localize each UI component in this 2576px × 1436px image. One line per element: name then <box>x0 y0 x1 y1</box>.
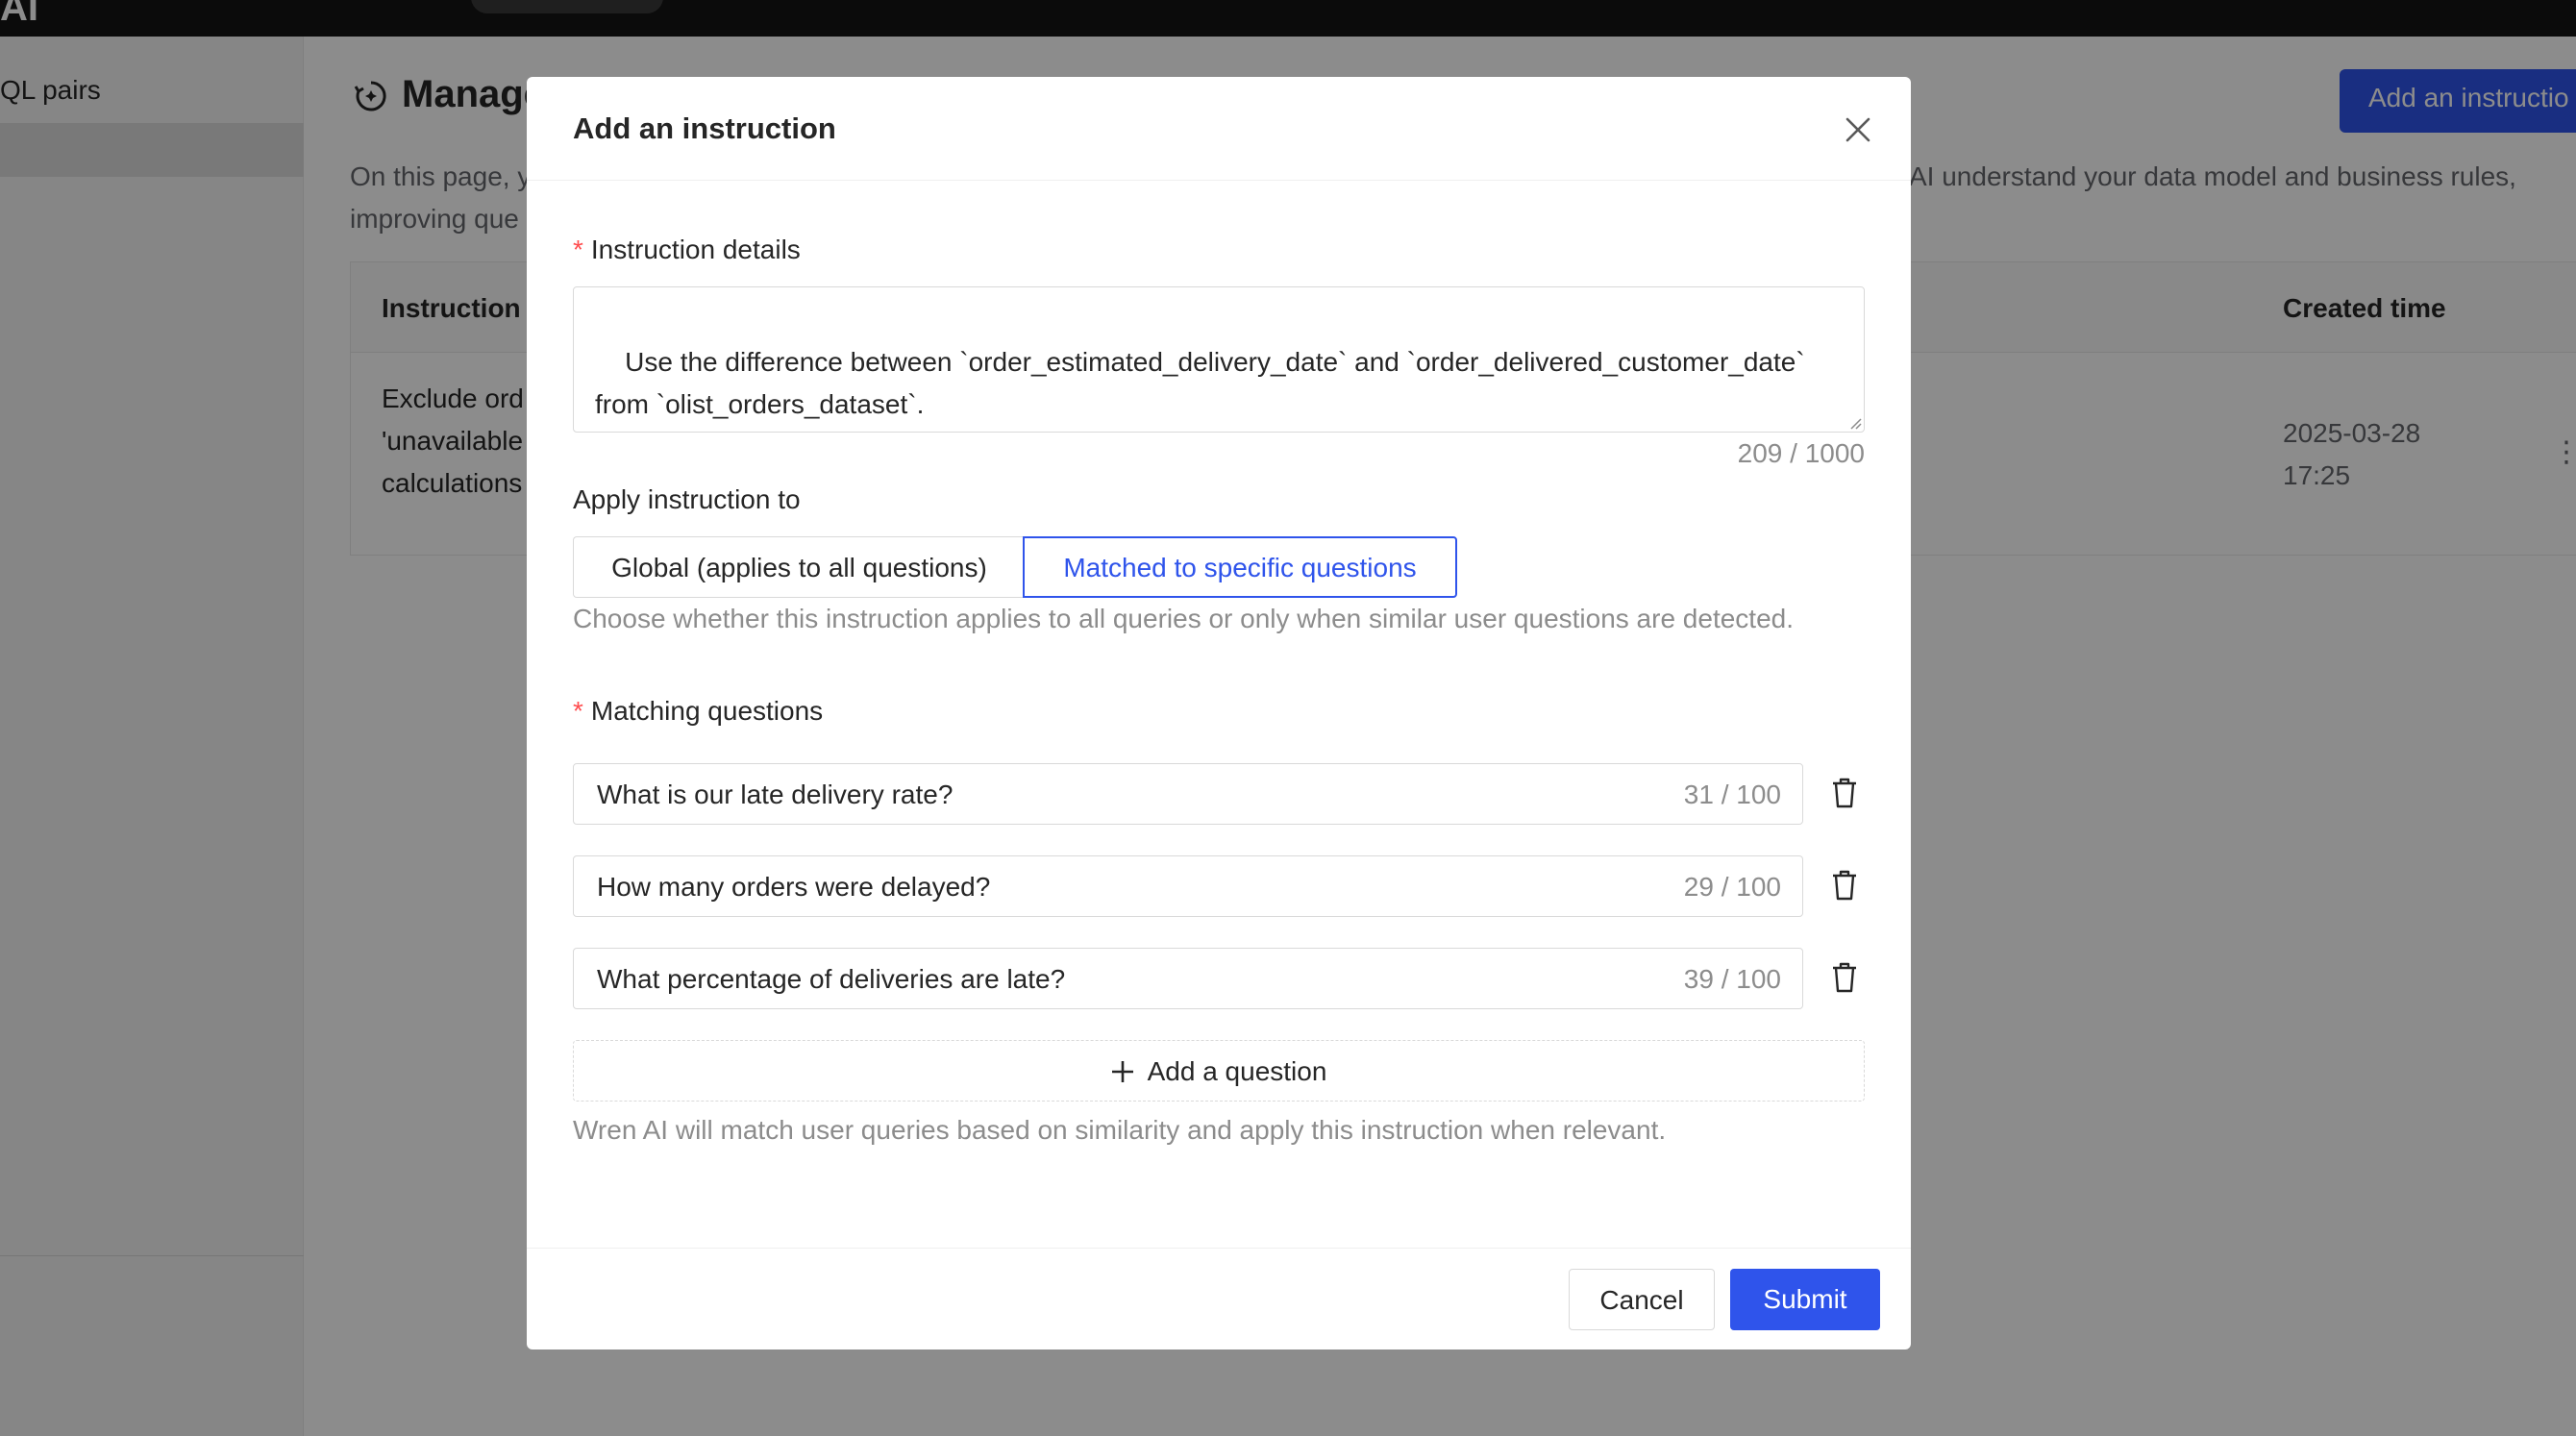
delete-question-icon[interactable] <box>1830 961 1859 994</box>
instruction-details-label: * Instruction details <box>573 235 801 265</box>
delete-question-icon[interactable] <box>1830 777 1859 809</box>
submit-button[interactable]: Submit <box>1730 1269 1880 1330</box>
add-question-label: Add a question <box>1147 1056 1327 1086</box>
question-input-value: What percentage of deliveries are late? <box>597 964 1066 994</box>
plus-icon <box>1111 1061 1133 1082</box>
cancel-button[interactable]: Cancel <box>1569 1269 1715 1330</box>
close-icon[interactable] <box>1842 113 1874 146</box>
add-instruction-modal: Add an instruction * Instruction details … <box>527 77 1911 1349</box>
question-input[interactable]: How many orders were delayed? 29 / 100 <box>573 855 1803 917</box>
question-char-count: 39 / 100 <box>1683 964 1781 994</box>
question-input-value: What is our late delivery rate? <box>597 780 954 809</box>
question-input-value: How many orders were delayed? <box>597 872 991 902</box>
question-char-count: 31 / 100 <box>1683 780 1781 809</box>
instruction-details-textarea[interactable]: Use the difference between `order_estima… <box>573 286 1865 433</box>
question-input[interactable]: What is our late delivery rate? 31 / 100 <box>573 763 1803 825</box>
question-char-count: 29 / 100 <box>1683 872 1781 902</box>
matching-questions-label: * Matching questions <box>573 696 823 727</box>
modal-title: Add an instruction <box>573 111 836 145</box>
apply-instruction-help: Choose whether this instruction applies … <box>573 604 1795 633</box>
matching-questions-help: Wren AI will match user queries based on… <box>573 1115 1667 1145</box>
question-input[interactable]: What percentage of deliveries are late? … <box>573 948 1803 1009</box>
instruction-details-value: Use the difference between `order_estima… <box>595 347 1805 419</box>
instruction-details-char-count: 209 / 1000 <box>1737 438 1865 468</box>
matching-questions-label-text: Matching questions <box>590 696 824 726</box>
apply-instruction-label: Apply instruction to <box>573 484 801 514</box>
instruction-details-label-text: Instruction details <box>590 235 801 264</box>
resize-handle-icon[interactable] <box>1848 416 1862 430</box>
required-mark: * <box>573 696 583 726</box>
modal-header: Add an instruction <box>527 77 1911 181</box>
delete-question-icon[interactable] <box>1830 869 1859 902</box>
apply-option-global[interactable]: Global (applies to all questions) <box>573 536 1025 598</box>
apply-option-matched[interactable]: Matched to specific questions <box>1023 536 1457 598</box>
add-question-button[interactable]: Add a question <box>573 1040 1865 1102</box>
required-mark: * <box>573 235 583 264</box>
